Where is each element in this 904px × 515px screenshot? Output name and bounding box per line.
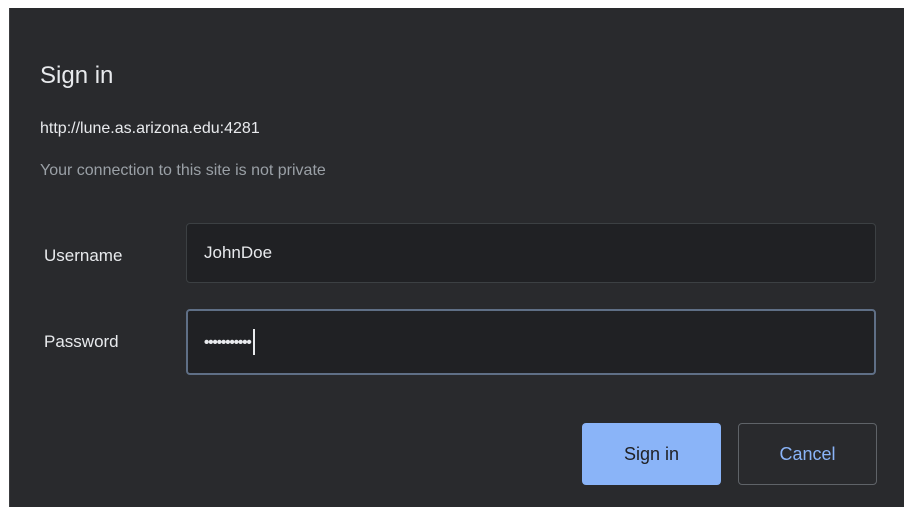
site-url: http://lune.as.arizona.edu:4281 (40, 120, 260, 137)
username-value: JohnDoe (204, 243, 273, 262)
sign-in-dialog: Sign in http://lune.as.arizona.edu:4281 … (9, 8, 904, 507)
sign-in-button[interactable]: Sign in (582, 423, 721, 485)
password-masked-value: ••••••••••• (204, 333, 252, 351)
text-cursor (252, 329, 255, 355)
cancel-button[interactable]: Cancel (738, 423, 877, 485)
connection-warning: Your connection to this site is not priv… (40, 162, 326, 179)
password-label: Password (44, 332, 119, 351)
dialog-title: Sign in (40, 62, 114, 89)
username-label: Username (44, 246, 123, 265)
password-input[interactable]: ••••••••••• (186, 309, 876, 375)
username-input[interactable]: JohnDoe (186, 223, 876, 283)
